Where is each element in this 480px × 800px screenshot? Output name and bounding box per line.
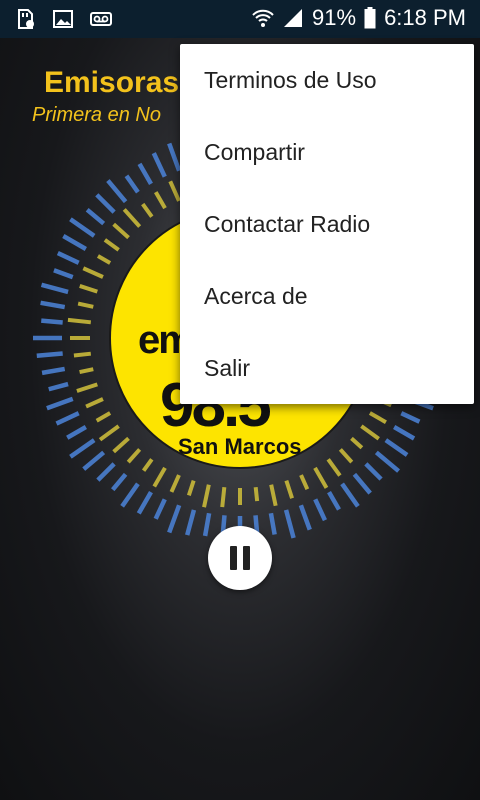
battery-icon (364, 7, 376, 29)
visualizer-dash (106, 179, 128, 204)
visualizer-dash (153, 498, 167, 520)
visualizer-dash (122, 208, 142, 228)
visualizer-dash (268, 512, 277, 535)
visualizer-dash (76, 382, 98, 393)
visualizer-dash (66, 425, 87, 440)
visualizer-dash (48, 381, 69, 392)
visualizer-dash (69, 438, 96, 459)
visualizer-dash (350, 436, 364, 450)
menu-item-share[interactable]: Compartir (180, 116, 474, 188)
visualizer-dash (85, 208, 106, 226)
visualizer-dash (56, 251, 80, 265)
visualizer-dash (36, 351, 63, 359)
station-logo-city: San Marcos (178, 434, 302, 459)
signal-icon (284, 9, 303, 27)
overflow-menu: Terminos de Uso Compartir Contactar Radi… (180, 44, 474, 404)
voicemail-icon (90, 12, 112, 26)
image-icon (53, 10, 73, 28)
visualizer-dash (169, 474, 181, 493)
visualizer-dash (364, 462, 383, 481)
visualizer-dash (141, 458, 154, 472)
visualizer-dash (112, 222, 130, 240)
visualizer-dash (85, 397, 104, 409)
visualizer-dash (313, 498, 327, 522)
visualizer-dash (67, 317, 92, 325)
status-bar-left (14, 8, 112, 30)
visualizer-dash (299, 474, 310, 491)
pause-icon (227, 546, 253, 570)
clock: 6:18 PM (384, 5, 466, 30)
visualizer-dash (283, 509, 296, 539)
visualizer-dash (120, 482, 140, 508)
visualizer-dash (79, 284, 98, 294)
visualizer-dash (53, 268, 74, 280)
visualizer-dash (269, 484, 278, 507)
visualizer-dash (141, 202, 154, 218)
visualizer-dash (40, 300, 66, 310)
visualizer-dash (298, 504, 312, 531)
status-bar-right: 91% 6:18 PM (252, 5, 466, 31)
menu-item-about[interactable]: Acerca de (180, 260, 474, 332)
visualizer-dash (352, 472, 372, 495)
visualizer-dash (96, 254, 112, 265)
visualizer-dash (368, 411, 387, 424)
visualizer-dash (151, 152, 167, 178)
visualizer-dash (73, 351, 92, 358)
visualizer-dash (340, 482, 360, 508)
visualizer-dash (136, 491, 153, 515)
visualizer-dash (124, 174, 140, 194)
visualizer-dash (111, 472, 128, 492)
visualizer-dash (154, 191, 167, 210)
visualizer-dash (284, 480, 294, 499)
visualizer-dash (384, 438, 409, 457)
visualizer-dash (82, 266, 104, 279)
visualizer-dash (253, 486, 260, 502)
app-subtitle: Primera en No (32, 104, 161, 126)
visualizer-dash (112, 436, 130, 454)
menu-item-exit[interactable]: Salir (180, 332, 474, 404)
visualizer-dash (69, 217, 96, 238)
visualizer-dash (79, 367, 94, 375)
status-bar: 91% 6:18 PM (0, 0, 480, 38)
visualizer-dash (77, 301, 94, 309)
visualizer-dash (186, 480, 196, 497)
visualizer-dash (137, 162, 153, 185)
visualizer-dash (95, 193, 116, 214)
battery-percent: 91% (312, 5, 357, 30)
visualizer-dash (326, 458, 342, 477)
visualizer-dash (168, 180, 181, 202)
visualizer-dash (55, 411, 80, 426)
menu-item-terms[interactable]: Terminos de Uso (180, 44, 474, 116)
pause-button[interactable] (208, 526, 272, 590)
wifi-icon (252, 9, 274, 27)
visualizer-dash (313, 466, 329, 489)
visualizer-dash (46, 396, 74, 411)
visualizer-dash (98, 424, 120, 442)
visualizer-dash (167, 504, 182, 534)
visualizer-dash (41, 366, 66, 376)
menu-item-contact[interactable]: Contactar Radio (180, 188, 474, 260)
visualizer-dash (393, 425, 416, 441)
visualizer-dash (167, 142, 182, 172)
sd-card-icon (18, 9, 34, 29)
visualizer-dash (96, 462, 116, 482)
visualizer-dash (62, 234, 87, 251)
visualizer-dash (360, 424, 380, 441)
visualizer-dash (374, 450, 401, 473)
visualizer-dash (40, 282, 69, 295)
visualizer-dash (202, 512, 212, 537)
visualizer-dash (103, 238, 120, 252)
visualizer-dash (327, 491, 341, 511)
visualizer-dash (220, 486, 227, 508)
visualizer-dash (185, 509, 197, 536)
visualizer-dash (126, 448, 142, 464)
visualizer-dash (152, 466, 167, 488)
visualizer-dash (338, 448, 354, 464)
visualizer-dash (202, 484, 211, 508)
visualizer-dash (400, 411, 421, 424)
visualizer-dash (41, 318, 63, 325)
visualizer-dash (82, 450, 106, 471)
visualizer-dash (95, 411, 112, 423)
